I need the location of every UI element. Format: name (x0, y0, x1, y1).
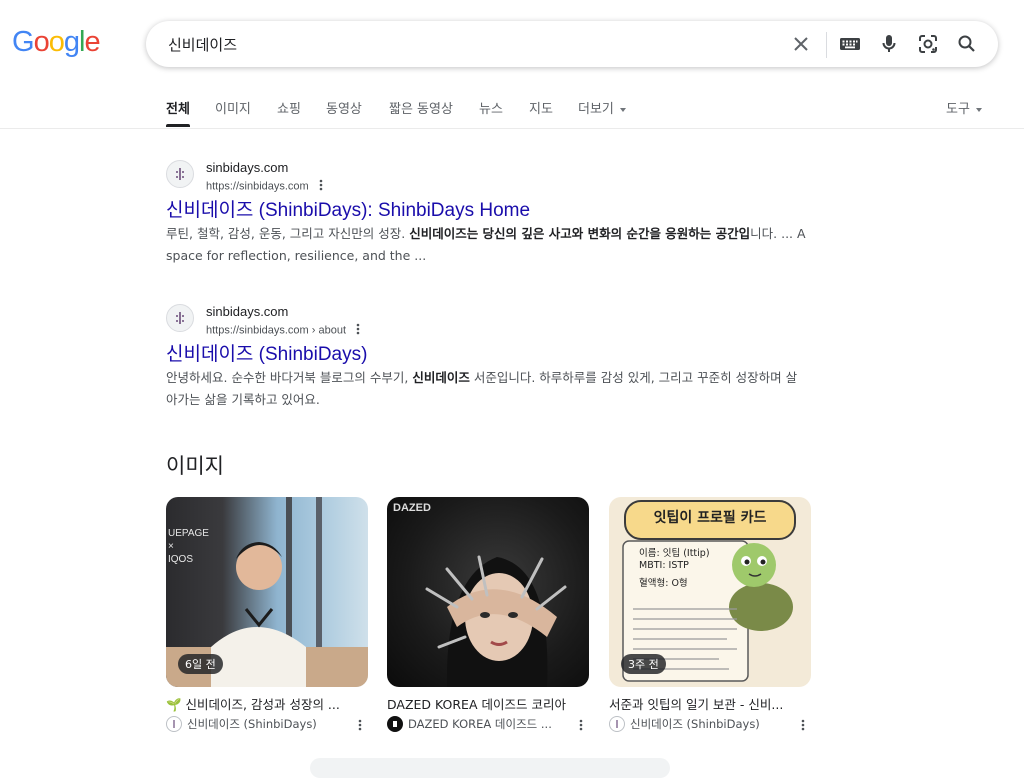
tools-label: 도구 (946, 102, 970, 117)
logo-letter: o (33, 26, 50, 58)
tab-more-label: 더보기 (578, 102, 614, 117)
tools-button[interactable]: 도구 (946, 98, 982, 117)
tab-images[interactable]: 이미지 (215, 98, 251, 117)
tab-news[interactable]: 뉴스 (479, 98, 503, 117)
search-input[interactable]: 신비데이즈 (168, 34, 237, 55)
thumbnail-text: DAZED (393, 502, 431, 514)
thumbnail-text: 이름: 잇팁 (Ittip) (639, 548, 710, 559)
more-options-icon[interactable] (801, 716, 805, 735)
snippet-text: 안녕하세요. 순수한 바다거북 블로그의 수부기, (166, 370, 413, 385)
image-source[interactable]: 신비데이즈 (ShinbiDays) (609, 716, 787, 732)
result-snippet: 루틴, 철학, 감성, 운동, 그리고 자신만의 성장. 신비데이즈는 당신의 … (166, 223, 806, 267)
snippet-highlight: 신비데이즈 (412, 370, 470, 385)
result-snippet: 안녕하세요. 순수한 바다거북 블로그의 수부기, 신비데이즈 서준입니다. 하… (166, 367, 806, 411)
tab-videos[interactable]: 동영상 (326, 98, 362, 117)
thumbnail-text: 잇팁이 프로필 카드 (653, 510, 767, 526)
result-url-text: https://sinbidays.com › about (206, 324, 347, 337)
snippet-text: 루틴, 철학, 감성, 운동, 그리고 자신만의 성장. (166, 226, 410, 241)
search-icon[interactable] (955, 32, 979, 56)
result-site-name[interactable]: sinbidays.com (206, 160, 288, 175)
result-title-link[interactable]: 신비데이즈 (ShinbiDays) (166, 339, 367, 366)
more-options-icon[interactable] (356, 323, 360, 338)
image-source-name: DAZED KOREA 데이즈드 ... (408, 717, 552, 731)
site-favicon (609, 716, 625, 732)
images-section-title: 이미지 (166, 454, 224, 478)
site-favicon[interactable] (166, 304, 194, 332)
logo-letter: G (12, 26, 35, 58)
image-source[interactable]: DAZED KOREA 데이즈드 ... (387, 716, 565, 732)
thumbnail-text: 혈액형: O형 (639, 578, 688, 589)
more-options-icon[interactable] (579, 716, 583, 735)
tab-more[interactable]: 더보기 (578, 98, 626, 117)
result-title-link[interactable]: 신비데이즈 (ShinbiDays): ShinbiDays Home (166, 195, 530, 222)
clear-icon[interactable] (789, 32, 813, 56)
tab-shopping[interactable]: 쇼핑 (277, 98, 301, 117)
image-thumbnail[interactable]: DAZED (387, 497, 589, 687)
logo-letter: g (63, 26, 80, 58)
image-title[interactable]: DAZED KOREA 데이즈드 코리아 (387, 694, 587, 713)
chevron-down-icon (975, 107, 982, 112)
logo-letter: e (84, 26, 100, 58)
image-source-name: 신비데이즈 (ShinbiDays) (187, 717, 317, 731)
image-thumbnail[interactable]: 잇팁이 프로필 카드 이름: 잇팁 (Ittip) MBTI: ISTP 혈액형… (609, 497, 811, 687)
search-box[interactable]: 신비데이즈 (146, 21, 998, 67)
result-site-name[interactable]: sinbidays.com (206, 304, 288, 319)
image-thumbnail[interactable]: UEPAGE × IQOS 6일 전 (166, 497, 368, 687)
google-lens-icon[interactable] (916, 32, 940, 56)
tab-short-videos[interactable]: 짧은 동영상 (389, 98, 453, 117)
chevron-down-icon (619, 107, 626, 112)
tab-maps[interactable]: 지도 (529, 98, 553, 117)
snippet-highlight: 신비데이즈는 당신의 깊은 사고와 변화의 순간을 응원하는 공간입 (409, 226, 751, 241)
thumbnail-text: UEPAGE × IQOS (168, 528, 209, 565)
logo-letter: o (48, 26, 65, 58)
google-logo[interactable]: Google (12, 26, 101, 59)
more-options-icon[interactable] (358, 716, 362, 735)
image-source-name: 신비데이즈 (ShinbiDays) (630, 717, 760, 731)
site-favicon[interactable] (166, 160, 194, 188)
search-tabs: 전체 이미지 쇼핑 동영상 짧은 동영상 뉴스 지도 더보기 도구 (0, 90, 1024, 129)
image-title[interactable]: 🌱 신비데이즈, 감성과 성장의 ... (166, 694, 366, 713)
keyboard-icon[interactable] (838, 32, 862, 56)
image-title[interactable]: 서준과 잇팁의 일기 보관 - 신비... (609, 694, 809, 713)
more-options-icon[interactable] (319, 179, 323, 194)
result-url-text: https://sinbidays.com (206, 180, 309, 193)
microphone-icon[interactable] (877, 32, 901, 56)
result-url[interactable]: https://sinbidays.com (206, 179, 323, 194)
image-source[interactable]: 신비데이즈 (ShinbiDays) (166, 716, 344, 732)
site-favicon (166, 716, 182, 732)
age-badge: 6일 전 (178, 654, 223, 674)
result-url[interactable]: https://sinbidays.com › about (206, 323, 360, 338)
site-favicon (387, 716, 403, 732)
age-badge: 3주 전 (621, 654, 666, 674)
more-images-button[interactable] (310, 758, 670, 778)
search-divider (826, 32, 827, 58)
tab-all[interactable]: 전체 (166, 98, 190, 127)
thumbnail-text: MBTI: ISTP (639, 560, 689, 571)
